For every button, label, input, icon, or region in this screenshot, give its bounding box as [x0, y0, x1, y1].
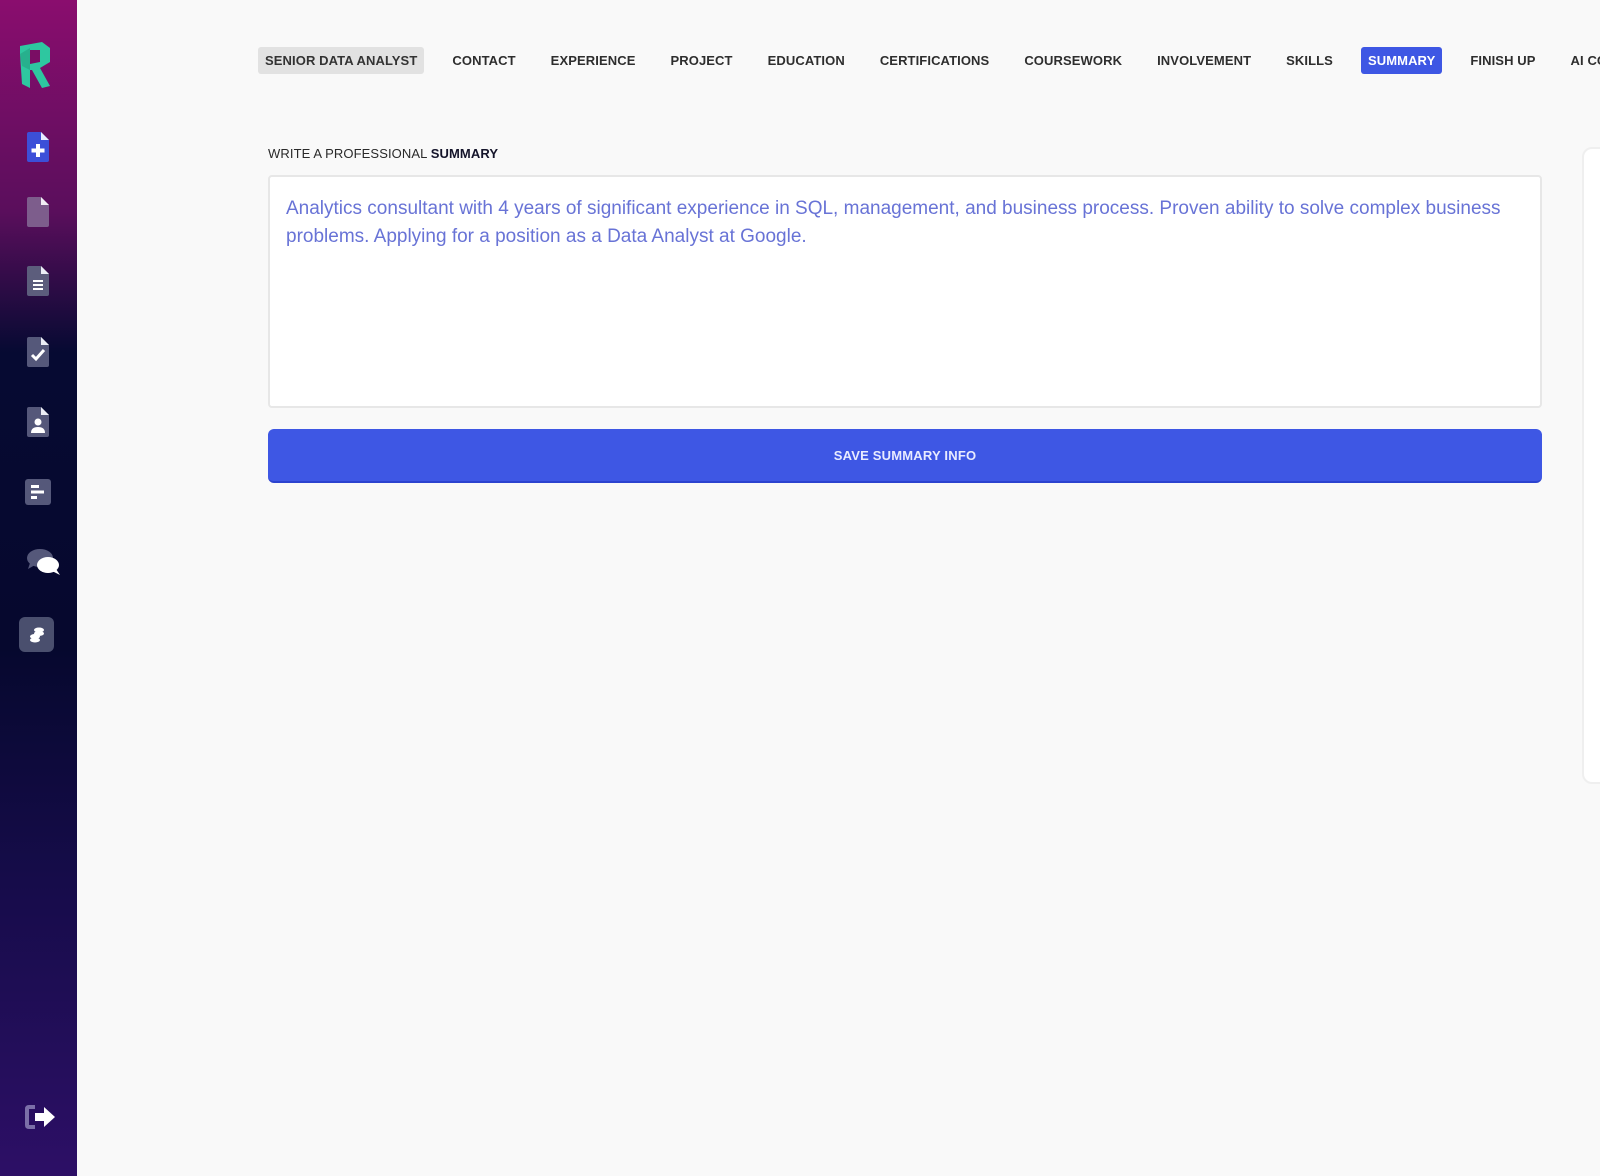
summary-section-label: WRITE A PROFESSIONAL SUMMARY — [268, 146, 498, 161]
sidebar-item-new-resume[interactable] — [24, 131, 52, 163]
tab-experience[interactable]: EXPERIENCE — [544, 47, 643, 74]
file-lines-icon — [27, 266, 49, 296]
tab-contact[interactable]: CONTACT — [445, 47, 522, 74]
tab-involvement[interactable]: INVOLVEMENT — [1150, 47, 1258, 74]
comments-icon — [26, 547, 62, 577]
coins-icon — [28, 626, 46, 644]
tab-ai-cover-letter[interactable]: AI COVER LETTER — [1564, 47, 1600, 74]
file-icon — [27, 197, 49, 227]
sidebar-item-contacts[interactable] — [24, 406, 52, 438]
tab-certifications[interactable]: CERTIFICATIONS — [873, 47, 997, 74]
sidebar-item-resumes[interactable] — [24, 196, 52, 228]
tab-summary[interactable]: SUMMARY — [1360, 46, 1443, 74]
label-prefix: WRITE A PROFESSIONAL — [268, 146, 431, 161]
summary-textarea[interactable]: Analytics consultant with 4 years of sig… — [268, 175, 1542, 408]
sidebar-item-reports[interactable] — [24, 476, 52, 508]
file-user-icon — [27, 407, 49, 437]
tab-document-title[interactable]: SENIOR DATA ANALYST — [258, 46, 425, 74]
logout-button[interactable] — [25, 1101, 57, 1133]
save-summary-button[interactable]: SAVE SUMMARY INFO — [268, 429, 1542, 483]
sidebar-item-resume-check[interactable] — [24, 336, 52, 368]
sidebar-item-messages[interactable] — [26, 546, 62, 578]
tab-education[interactable]: EDUCATION — [761, 47, 852, 74]
file-plus-icon — [27, 132, 49, 162]
bars-icon — [25, 479, 51, 505]
tab-finish-up[interactable]: FINISH UP — [1463, 47, 1542, 74]
tab-project[interactable]: PROJECT — [663, 47, 739, 74]
resume-preview-panel — [1582, 147, 1600, 784]
sign-out-icon — [25, 1104, 57, 1130]
sidebar — [0, 0, 77, 1176]
logo-icon[interactable] — [16, 40, 56, 90]
tab-coursework[interactable]: COURSEWORK — [1017, 47, 1129, 74]
section-nav: SENIOR DATA ANALYST CONTACT EXPERIENCE P… — [258, 46, 1600, 74]
file-check-icon — [27, 337, 49, 367]
label-bold: SUMMARY — [430, 146, 499, 161]
sidebar-item-credits[interactable] — [19, 617, 54, 652]
tab-skills[interactable]: SKILLS — [1279, 47, 1340, 74]
sidebar-item-documents[interactable] — [24, 265, 52, 297]
